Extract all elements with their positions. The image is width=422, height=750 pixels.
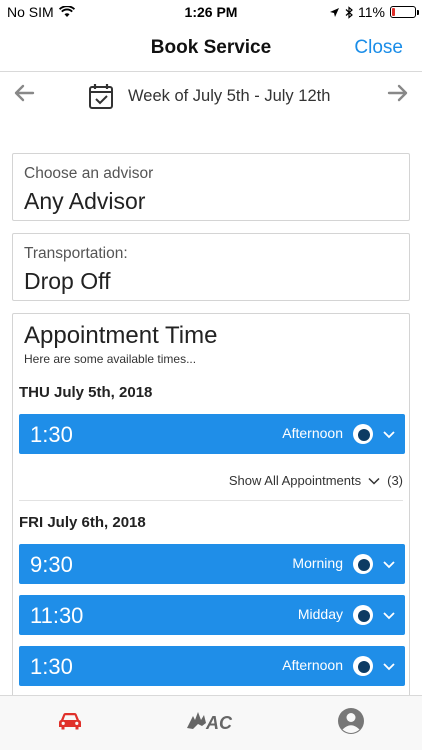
week-display[interactable]: Week of July 5th - July 12th xyxy=(88,82,330,110)
advisor-caption: Choose an advisor xyxy=(24,165,154,182)
slot-period: Morning xyxy=(292,555,343,571)
arrow-left-icon[interactable] xyxy=(11,80,37,106)
week-label: Week of July 5th - July 12th xyxy=(128,86,331,105)
week-selector: Week of July 5th - July 12th xyxy=(0,72,422,120)
appointment-heading: Appointment Time xyxy=(24,322,218,349)
profile-icon[interactable] xyxy=(336,706,366,736)
daytime-icon xyxy=(353,424,373,444)
time-slot[interactable]: 11:30 Midday xyxy=(19,595,405,635)
status-right: 11% xyxy=(329,4,419,20)
calendar-icon xyxy=(89,84,113,109)
slot-time: 11:30 xyxy=(30,603,84,628)
slot-time: 1:30 xyxy=(30,654,73,679)
slot-period: Afternoon xyxy=(282,657,343,673)
close-button[interactable]: Close xyxy=(354,37,403,59)
time-slot[interactable]: 1:30 Afternoon xyxy=(19,646,405,686)
arrow-right-icon[interactable] xyxy=(385,80,411,106)
tab-bar: AC xyxy=(0,695,422,750)
daytime-icon xyxy=(353,656,373,676)
bluetooth-icon xyxy=(345,5,353,19)
time-slot[interactable]: 1:30 Afternoon xyxy=(19,414,405,454)
location-icon xyxy=(330,7,340,17)
chevron-down-icon xyxy=(368,477,380,485)
advisor-selector[interactable]: Choose an advisor Any Advisor xyxy=(12,153,410,221)
divider xyxy=(19,500,403,501)
appointment-subtitle: Here are some available times... xyxy=(24,352,197,366)
appointment-time-card: Appointment Time Here are some available… xyxy=(12,313,410,713)
navigation-bar: Book Service Close xyxy=(0,24,422,72)
battery-percent: 11% xyxy=(358,4,385,20)
battery-icon xyxy=(390,6,419,18)
advisor-value: Any Advisor xyxy=(24,188,146,214)
chevron-down-icon xyxy=(383,431,395,439)
slot-period: Afternoon xyxy=(282,425,343,441)
slot-time: 1:30 xyxy=(30,422,73,447)
day-label: FRI July 6th, 2018 xyxy=(19,514,146,531)
chevron-down-icon xyxy=(383,612,395,620)
time-slot[interactable]: 9:30 Morning xyxy=(19,544,405,584)
show-all-count: (3) xyxy=(387,473,403,488)
show-all-appointments-button[interactable]: Show All Appointments (3) xyxy=(229,473,403,488)
ac-logo-icon[interactable]: AC xyxy=(184,706,240,736)
show-all-label: Show All Appointments xyxy=(228,473,362,488)
slot-time: 9:30 xyxy=(30,552,73,577)
day-label: THU July 5th, 2018 xyxy=(19,384,153,401)
car-icon[interactable] xyxy=(55,706,85,736)
transportation-value: Drop Off xyxy=(24,268,111,294)
chevron-down-icon xyxy=(383,663,395,671)
svg-text:AC: AC xyxy=(205,713,233,733)
daytime-icon xyxy=(353,554,373,574)
transportation-caption: Transportation: xyxy=(24,245,128,262)
slot-period: Midday xyxy=(297,606,343,622)
chevron-down-icon xyxy=(383,561,395,569)
transportation-selector[interactable]: Transportation: Drop Off xyxy=(12,233,410,301)
daytime-icon xyxy=(353,605,373,625)
status-bar: No SIM 1:26 PM 11% xyxy=(0,0,422,24)
